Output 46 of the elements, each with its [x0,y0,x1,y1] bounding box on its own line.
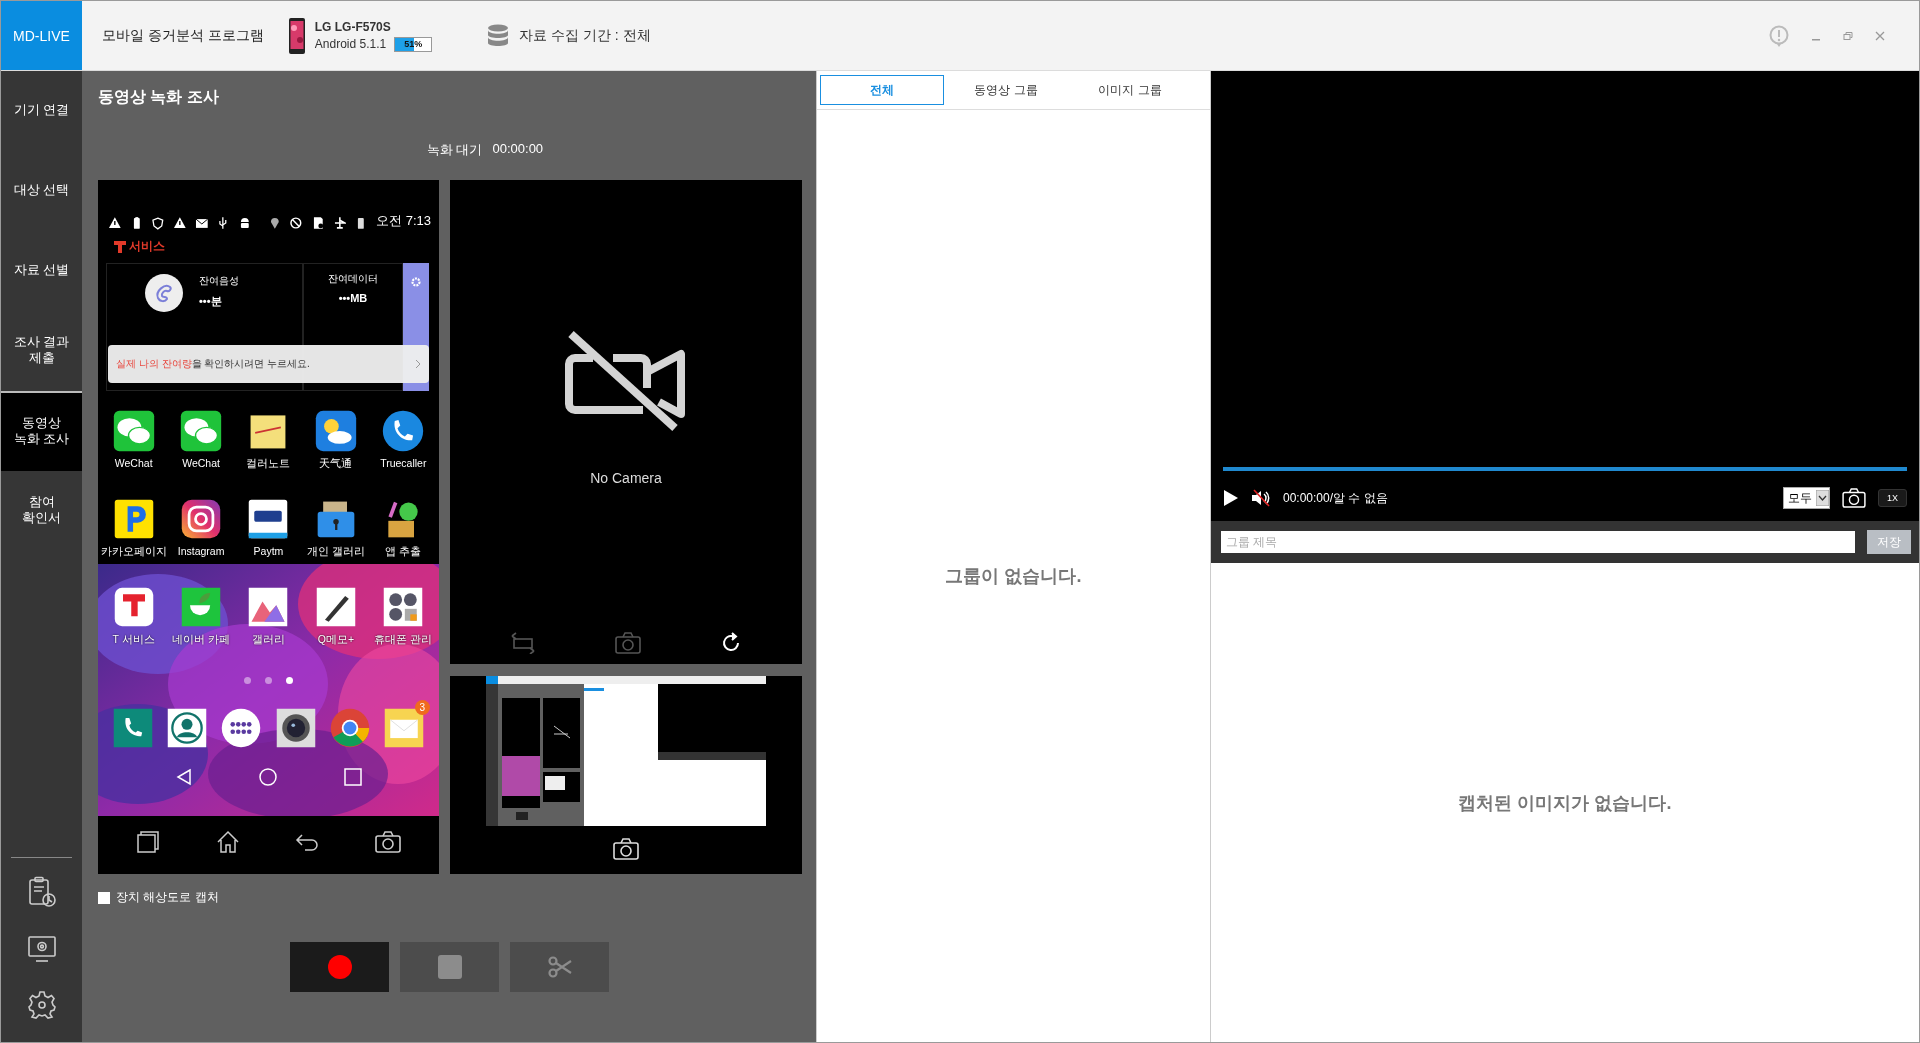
speed-button[interactable]: 1X [1878,489,1907,507]
sidebar-item[interactable]: 조사 결과 제출 [1,311,82,391]
voice-label: 잔여음성 [199,274,239,289]
app-logo: MD-LIVE [1,1,82,70]
sidebar-item[interactable]: 기기 연결 [1,71,82,151]
page-title: 동영상 녹화 조사 [98,87,220,107]
device-model: LG LG-F570S [314,19,392,34]
app-title: 모바일 증거분석 프로그램 [102,26,264,45]
app-label[interactable]: WeChat [182,456,220,469]
sidebar-item[interactable]: 자료 선별 [1,231,82,311]
app-label[interactable]: 개인 갤러리 [306,544,365,559]
data-value: •••MB [338,292,368,305]
carrier-name: 서비스 [129,238,165,256]
checkbox-label: 장치 해상도로 캡처 [116,889,219,906]
app-label[interactable]: 앱 추출 [385,544,422,559]
collection-period: 자료 수집 기간 : 전체 [519,26,651,45]
notice-banner[interactable]: 실제 나의 잔여량을 확인하시려면 누르세요. [108,345,429,384]
tab[interactable]: 전체 [820,75,944,105]
no-camera-message: No Camera [590,470,662,486]
recording-status: 녹화 대기 [426,141,483,159]
app-label[interactable]: 天气通 [319,456,353,471]
app-label[interactable]: 갤러리 [252,632,285,647]
recording-time: 00:00:00 [492,141,544,158]
voice-value: •••분 [199,294,223,310]
app-label[interactable]: 컬러노트 [246,456,291,471]
app-label[interactable]: Instagram [177,544,225,557]
data-label: 잔여데이터 [328,272,378,287]
sidebar-item[interactable]: 참여 확인서 [1,471,82,551]
group-title-field[interactable]: 그룹 제목 [1221,531,1855,553]
app-label[interactable]: Q메모+ [317,632,355,647]
app-label[interactable]: T 서비스 [112,632,155,647]
filter-dropdown[interactable]: 모두 [1783,487,1830,509]
app-label[interactable]: 휴대폰 관리 [374,632,433,647]
playback-time: 00:00:00/알 수 없음 [1283,489,1388,507]
app-label[interactable]: 네이버 카페 [172,632,231,647]
empty-message: 그룹이 없습니다. [945,565,1082,588]
sidebar-item[interactable]: 동영상 녹화 조사 [1,391,82,471]
phone-clock: 오전 7:13 [376,211,431,230]
app-label[interactable]: 카카오페이지 [100,544,167,559]
app-label[interactable]: Truecaller [380,456,427,469]
sidebar-item[interactable]: 대상 선택 [1,151,82,231]
app-label[interactable]: WeChat [114,456,153,469]
banner-text: 실제 나의 잔여량을 확인하시려면 누르세요. [116,357,310,372]
android-version: Android 5.1.1 [314,37,387,51]
empty-message: 캡처된 이미지가 없습니다. [1458,791,1672,815]
app-label[interactable]: Paytm [253,544,284,557]
